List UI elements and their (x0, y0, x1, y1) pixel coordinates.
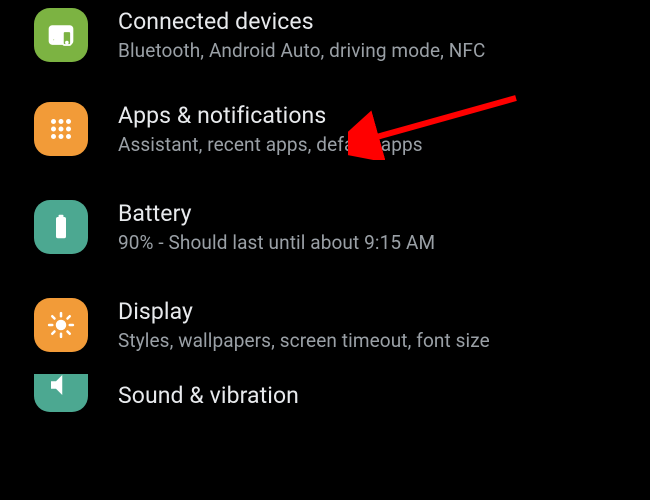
row-text: Apps & notifications Assistant, recent a… (118, 102, 423, 156)
row-text: Sound & vibration (118, 382, 299, 409)
apps-icon (34, 102, 88, 156)
row-subtitle: Styles, wallpapers, screen timeout, font… (118, 329, 490, 352)
sound-icon (34, 374, 88, 412)
sound-vibration-row[interactable]: Sound & vibration (0, 374, 650, 434)
row-text: Battery 90% - Should last until about 9:… (118, 200, 435, 254)
row-text: Connected devices Bluetooth, Android Aut… (118, 8, 486, 62)
row-subtitle: Bluetooth, Android Auto, driving mode, N… (118, 39, 486, 62)
battery-row[interactable]: Battery 90% - Should last until about 9:… (0, 178, 650, 276)
row-text: Display Styles, wallpapers, screen timeo… (118, 298, 490, 352)
battery-icon (34, 200, 88, 254)
row-subtitle: Assistant, recent apps, default apps (118, 133, 423, 156)
connected-devices-row[interactable]: Connected devices Bluetooth, Android Aut… (0, 0, 650, 80)
connected-devices-icon (34, 8, 88, 62)
row-title: Apps & notifications (118, 102, 423, 129)
row-subtitle: 90% - Should last until about 9:15 AM (118, 231, 435, 254)
row-title: Sound & vibration (118, 382, 299, 409)
row-title: Battery (118, 200, 435, 227)
display-row[interactable]: Display Styles, wallpapers, screen timeo… (0, 276, 650, 374)
apps-notifications-row[interactable]: Apps & notifications Assistant, recent a… (0, 80, 650, 178)
display-icon (34, 298, 88, 352)
row-title: Display (118, 298, 490, 325)
settings-list: Connected devices Bluetooth, Android Aut… (0, 0, 650, 434)
row-title: Connected devices (118, 8, 486, 35)
